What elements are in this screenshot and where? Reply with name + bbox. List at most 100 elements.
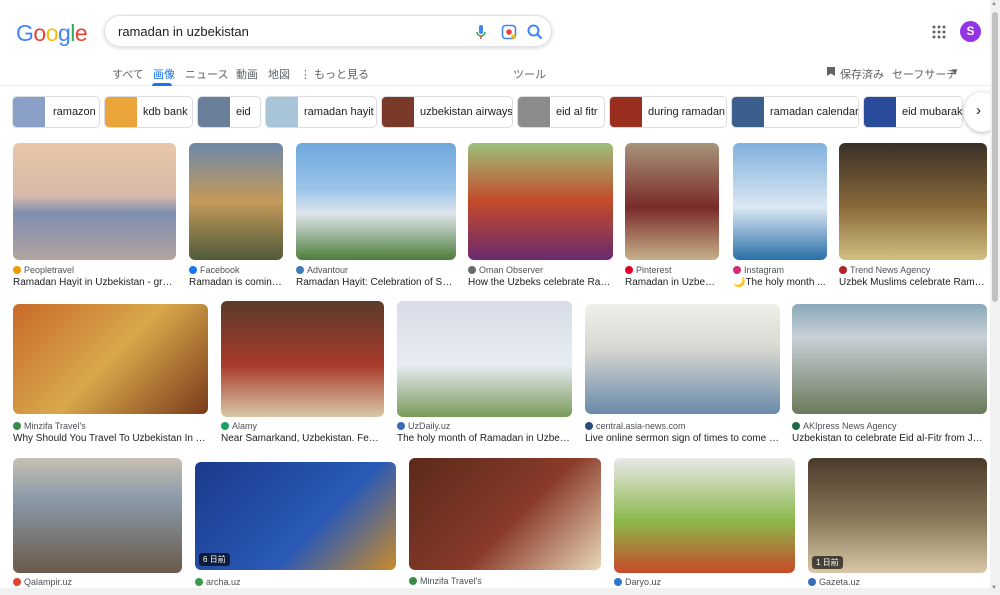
result-source[interactable]: Qalampir.uz	[13, 577, 182, 587]
apps-grid-icon[interactable]	[931, 24, 947, 40]
result-source[interactable]: Facebook	[189, 265, 283, 275]
result-thumbnail[interactable]	[792, 304, 987, 414]
safesearch-button[interactable]: セーフサーチ	[892, 66, 957, 82]
result-source[interactable]: Peopletravel	[13, 265, 176, 275]
result-thumbnail[interactable]	[296, 143, 456, 260]
image-result[interactable]: AKIpress News Agency Uzbekistan to celeb…	[792, 304, 987, 449]
result-thumbnail[interactable]	[839, 143, 987, 260]
result-title[interactable]: Uzbek Muslims celebrate Ramad...	[839, 277, 987, 288]
result-source[interactable]: Daryo.uz	[614, 577, 795, 587]
result-thumbnail[interactable]	[585, 304, 780, 414]
result-title[interactable]: Ramadan in Uzbeki...	[625, 277, 719, 288]
image-result[interactable]: Qalampir.uz	[13, 458, 182, 588]
site-favicon-icon	[614, 578, 622, 586]
scroll-down-icon[interactable]: ▼	[991, 585, 997, 591]
horizontal-scrollbar[interactable]	[0, 588, 990, 595]
result-source[interactable]: AKIpress News Agency	[792, 421, 987, 431]
tools-button[interactable]: ツール	[513, 66, 546, 82]
tab-maps[interactable]: 地図	[268, 66, 290, 82]
result-thumbnail[interactable]	[221, 301, 384, 417]
image-result[interactable]: Advantour Ramadan Hayit: Celebration of …	[296, 143, 456, 291]
result-source[interactable]: Minzifa Travel's	[409, 576, 601, 586]
result-thumbnail[interactable]	[625, 143, 719, 260]
search-box[interactable]: ramadan in uzbekistan	[104, 15, 552, 47]
image-result[interactable]: Daryo.uz	[614, 458, 795, 588]
image-result[interactable]: Pinterest Ramadan in Uzbeki...	[625, 143, 719, 291]
image-result[interactable]: UzDaily.uz The holy month of Ramadan in …	[397, 301, 572, 449]
chevron-down-icon[interactable]: ▾	[952, 65, 958, 78]
saved-icon[interactable]	[826, 66, 836, 80]
result-title[interactable]: 🌙The holy month ...	[733, 277, 827, 288]
result-title[interactable]: Live online sermon sign of times to come…	[585, 433, 780, 444]
result-title[interactable]: The holy month of Ramadan in Uzbekis...	[397, 433, 572, 444]
tab-news[interactable]: ニュース	[185, 66, 228, 82]
result-source[interactable]: Pinterest	[625, 265, 719, 275]
chip-uzbekistan-airways[interactable]: uzbekistan airways	[381, 96, 513, 128]
result-source[interactable]: archa.uz	[195, 577, 396, 587]
saved-button[interactable]: 保存済み	[840, 66, 884, 82]
result-thumbnail[interactable]: 6 日前	[195, 462, 396, 570]
image-result[interactable]: 1 日前 Gazeta.uz	[808, 458, 987, 588]
chip-thumbnail	[518, 97, 550, 127]
result-title[interactable]: Uzbekistan to celebrate Eid al-Fitr from…	[792, 433, 987, 444]
chip-ramazon[interactable]: ramazon	[12, 96, 100, 128]
result-thumbnail[interactable]	[733, 143, 827, 260]
scroll-up-icon[interactable]: ▲	[991, 1, 997, 7]
result-title[interactable]: Ramadan Hayit: Celebration of Spiri...	[296, 277, 456, 288]
chip-ramadan-hayit[interactable]: ramadan hayit	[265, 96, 377, 128]
result-source[interactable]: Minzifa Travel's	[13, 421, 208, 431]
image-result[interactable]: central.asia-news.com Live online sermon…	[585, 304, 780, 449]
image-result[interactable]: Facebook Ramadan is coming...	[189, 143, 283, 291]
site-favicon-icon	[13, 266, 21, 274]
result-source[interactable]: Trend News Agency	[839, 265, 987, 275]
microphone-icon[interactable]	[471, 22, 491, 42]
image-result[interactable]: Trend News Agency Uzbek Muslims celebrat…	[839, 143, 987, 291]
result-thumbnail[interactable]	[189, 143, 283, 260]
chip-eid-mubarak[interactable]: eid mubarak	[863, 96, 963, 128]
result-thumbnail[interactable]: 1 日前	[808, 458, 987, 573]
tab-videos[interactable]: 動画	[236, 66, 258, 82]
result-source[interactable]: Advantour	[296, 265, 456, 275]
chip-during-ramadan[interactable]: during ramadan	[609, 96, 727, 128]
result-thumbnail[interactable]	[614, 458, 795, 573]
result-source[interactable]: central.asia-news.com	[585, 421, 780, 431]
result-thumbnail[interactable]	[468, 143, 613, 260]
image-result[interactable]: Instagram 🌙The holy month ...	[733, 143, 827, 291]
result-source[interactable]: Instagram	[733, 265, 827, 275]
result-source[interactable]: Oman Observer	[468, 265, 613, 275]
result-thumbnail[interactable]	[409, 458, 601, 570]
image-result[interactable]: Minzifa Travel's	[409, 458, 601, 588]
image-result[interactable]: Oman Observer How the Uzbeks celebrate R…	[468, 143, 613, 291]
image-result[interactable]: Minzifa Travel's Why Should You Travel T…	[13, 304, 208, 449]
result-title[interactable]: How the Uzbeks celebrate Ram...	[468, 277, 613, 288]
result-source[interactable]: UzDaily.uz	[397, 421, 572, 431]
result-title[interactable]: Why Should You Travel To Uzbekistan In T…	[13, 433, 208, 444]
result-thumbnail[interactable]	[13, 143, 176, 260]
lens-icon[interactable]	[499, 22, 519, 42]
search-icon[interactable]	[525, 22, 545, 42]
chip-kdb-bank[interactable]: kdb bank	[104, 96, 193, 128]
scrollbar-thumb[interactable]	[992, 12, 998, 302]
chip-ramadan-calendar[interactable]: ramadan calendar	[731, 96, 859, 128]
search-input[interactable]: ramadan in uzbekistan	[118, 24, 249, 39]
tab-more[interactable]: ⋮ もっと見る	[300, 66, 369, 82]
result-source[interactable]: Gazeta.uz	[808, 577, 987, 587]
result-title[interactable]: Ramadan is coming...	[189, 277, 283, 288]
result-thumbnail[interactable]	[13, 458, 182, 573]
image-result[interactable]: 6 日前 archa.uz	[195, 462, 396, 588]
tab-images[interactable]: 画像	[153, 66, 175, 82]
chip-eid[interactable]: eid	[197, 96, 261, 128]
result-title[interactable]: Near Samarkand, Uzbekistan. Feast ...	[221, 433, 384, 444]
result-thumbnail[interactable]	[397, 301, 572, 417]
site-favicon-icon	[397, 422, 405, 430]
result-title[interactable]: Ramadan Hayit in Uzbekistan - great...	[13, 277, 176, 288]
result-source[interactable]: Alamy	[221, 421, 384, 431]
result-thumbnail[interactable]	[13, 304, 208, 414]
image-result[interactable]: Peopletravel Ramadan Hayit in Uzbekistan…	[13, 143, 176, 291]
account-avatar[interactable]: S	[960, 21, 981, 42]
tab-all[interactable]: すべて	[112, 66, 144, 82]
google-logo[interactable]: Google	[16, 20, 88, 47]
image-result[interactable]: Alamy Near Samarkand, Uzbekistan. Feast …	[221, 301, 384, 449]
header: Google ramadan in uzbekistan S	[0, 0, 990, 62]
chip-eid-al-fitr[interactable]: eid al fitr	[517, 96, 605, 128]
